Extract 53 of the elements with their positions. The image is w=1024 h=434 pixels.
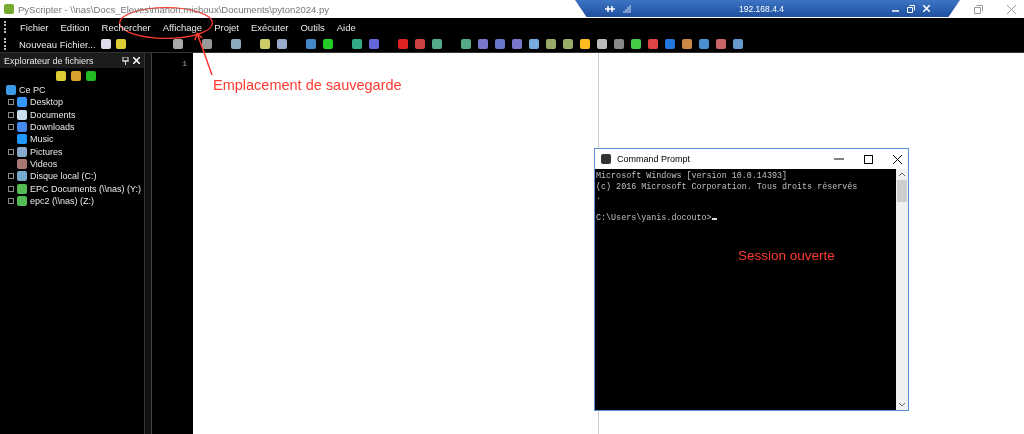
menu-item[interactable]: Outils — [294, 21, 331, 33]
item-icon — [17, 183, 27, 194]
menu-item[interactable]: Exécuter — [244, 21, 295, 33]
menu-item[interactable]: Fichier — [14, 21, 55, 33]
console-prompt: C:\Users\yanis.docouto> — [596, 213, 896, 224]
restore-icon[interactable] — [974, 4, 983, 14]
signal-icon — [623, 4, 631, 13]
scroll-up-icon[interactable] — [899, 171, 905, 177]
expand-icon[interactable] — [8, 99, 14, 106]
item-icon — [17, 97, 27, 108]
tree-item[interactable]: Ce PC — [19, 85, 46, 96]
menu-item[interactable]: Aide — [330, 21, 362, 33]
maximize-icon[interactable] — [864, 154, 873, 164]
tree-item[interactable]: Disque local (C:) — [30, 171, 97, 182]
tree-item[interactable]: Desktop — [30, 97, 64, 108]
tree-item[interactable]: Pictures — [30, 146, 63, 157]
menu-item[interactable]: Projet — [208, 21, 245, 33]
scroll-down-icon[interactable] — [899, 402, 905, 408]
tree-item[interactable]: Videos — [30, 158, 58, 169]
expand-icon[interactable] — [8, 185, 14, 192]
annotation-text: Session ouverte — [738, 248, 835, 263]
item-icon — [17, 109, 27, 120]
console-line: (c) 2016 Microsoft Corporation. Tous droits réservés — [596, 181, 859, 192]
tree-item[interactable]: Music — [30, 134, 54, 145]
window-title: Command Prompt — [617, 154, 692, 164]
connection-title: 192.168.4.4 — [738, 3, 785, 14]
line-number: 1 — [182, 59, 187, 68]
close-icon[interactable] — [893, 154, 902, 164]
new-file-button[interactable]: Nouveau Fichier... — [19, 38, 96, 50]
panel-title: Explorateur de fichiers — [4, 55, 95, 66]
tree-item[interactable]: EPC Documents (\\nas) (Y:) — [30, 183, 142, 194]
annotation-text: Emplacement de sauvegarde — [213, 77, 402, 93]
tree-item[interactable]: epc2 (\\nas) (Z:) — [30, 195, 94, 206]
menu-item[interactable]: Edition — [54, 21, 96, 33]
item-icon — [17, 146, 27, 157]
item-icon — [17, 171, 27, 182]
tree-item[interactable]: Downloads — [30, 122, 75, 133]
console-line: . — [596, 192, 603, 203]
cursor-icon — [711, 218, 717, 220]
pin-icon[interactable] — [122, 56, 129, 65]
expand-icon[interactable] — [8, 124, 14, 131]
console-line: Microsoft Windows [version 10.0.14393] — [596, 171, 788, 182]
expand-icon[interactable] — [8, 111, 14, 118]
tree-item[interactable]: Documents — [30, 109, 76, 120]
item-icon — [17, 158, 27, 169]
item-icon — [17, 122, 27, 133]
scrollbar-thumb[interactable] — [897, 180, 907, 202]
expand-icon[interactable] — [8, 197, 14, 204]
item-icon — [17, 195, 27, 206]
expand-icon[interactable] — [8, 148, 14, 155]
expand-icon[interactable] — [8, 173, 14, 180]
item-icon — [17, 134, 27, 145]
scrollbar[interactable] — [896, 169, 908, 410]
